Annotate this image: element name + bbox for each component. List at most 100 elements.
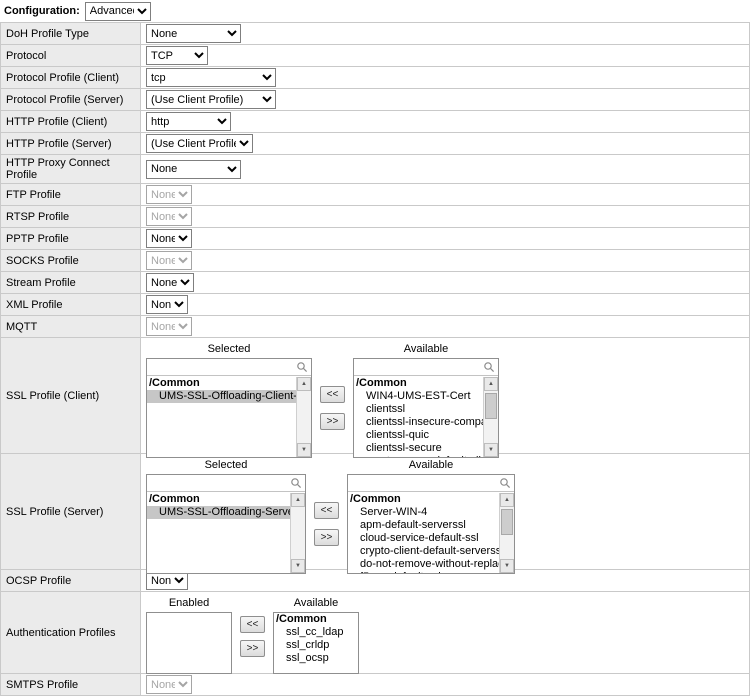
list-item[interactable]: clientssl-quic (354, 429, 483, 442)
enabled-header: Enabled (146, 596, 232, 612)
search-icon (499, 477, 511, 489)
field-label: HTTP Profile (Server) (1, 133, 141, 154)
list-item[interactable]: ssl_crldp (274, 639, 358, 652)
auth-available-listbox[interactable]: /Commonssl_cc_ldapssl_crldpssl_ocsp (273, 612, 359, 674)
protocol-profile-server-select[interactable]: (Use Client Profile) (146, 90, 276, 109)
field-label: Authentication Profiles (1, 592, 141, 673)
ssl-server-dual-list: Selected /CommonUMS-SSL-Offloading-Serve… (146, 458, 515, 574)
move-to-available-button[interactable]: >> (240, 640, 265, 657)
scroll-down-icon[interactable]: ▼ (484, 443, 498, 457)
list-item[interactable]: apm-default-serverssl (348, 519, 499, 532)
list-item[interactable]: f5aas-default-ssl (348, 571, 499, 573)
available-header: Available (347, 458, 515, 474)
auth-dual-list: Enabled << >> Available /Commonssl_cc_ld… (146, 596, 359, 674)
list-group-header[interactable]: /Common (147, 377, 296, 390)
ssl-client-selected-listbox[interactable]: /CommonUMS-SSL-Offloading-Client-Profile… (146, 358, 312, 458)
available-header: Available (273, 596, 359, 612)
field-label: XML Profile (1, 294, 141, 315)
move-to-available-button[interactable]: >> (320, 413, 345, 430)
list-item[interactable]: WIN4-UMS-EST-Cert (354, 390, 483, 403)
scrollbar-thumb[interactable] (485, 393, 497, 419)
row-http-profile-server: HTTP Profile (Server) (Use Client Profil… (1, 133, 749, 155)
ssl-client-selected-list[interactable]: /CommonUMS-SSL-Offloading-Client-Profile (147, 377, 296, 457)
pptp-profile-select[interactable]: None (146, 229, 192, 248)
list-item[interactable]: crypto-server-default-clientssl (354, 455, 483, 457)
selected-header: Selected (146, 458, 306, 474)
field-label: HTTP Profile (Client) (1, 111, 141, 132)
row-doh-profile-type: DoH Profile Type None (1, 23, 749, 45)
protocol-profile-client-select[interactable]: tcp (146, 68, 276, 87)
list-group-header[interactable]: /Common (354, 377, 483, 390)
row-authentication-profiles: Authentication Profiles Enabled << >> Av… (1, 592, 749, 674)
search-filter[interactable] (147, 359, 311, 376)
scroll-down-icon[interactable]: ▼ (500, 559, 514, 573)
row-http-profile-client: HTTP Profile (Client) http (1, 111, 749, 133)
list-item[interactable]: clientssl-secure (354, 442, 483, 455)
list-item[interactable]: UMS-SSL-Offloading-Client-Profile (147, 390, 296, 403)
field-label: OCSP Profile (1, 570, 141, 591)
protocol-select[interactable]: TCP (146, 46, 208, 65)
ssl-server-available-listbox[interactable]: /CommonServer-WIN-4apm-default-serverssl… (347, 474, 515, 574)
mqtt-profile-select: None (146, 317, 192, 336)
search-filter[interactable] (348, 475, 514, 492)
scrollbar[interactable]: ▲ ▼ (296, 377, 311, 457)
search-icon (296, 361, 308, 373)
xml-profile-select[interactable]: None (146, 295, 188, 314)
row-protocol: Protocol TCP (1, 45, 749, 67)
scrollbar[interactable]: ▲ ▼ (499, 493, 514, 573)
http-profile-client-select[interactable]: http (146, 112, 231, 131)
list-group-header[interactable]: /Common (147, 493, 290, 506)
configuration-select[interactable]: Advanced (85, 2, 151, 21)
scroll-down-icon[interactable]: ▼ (291, 559, 305, 573)
http-proxy-connect-profile-select[interactable]: None (146, 160, 241, 179)
ssl-server-selected-listbox[interactable]: /CommonUMS-SSL-Offloading-Server-Profile… (146, 474, 306, 574)
auth-enabled-list[interactable] (147, 613, 231, 673)
list-item[interactable]: clientssl-insecure-compatible (354, 416, 483, 429)
move-to-selected-button[interactable]: << (320, 386, 345, 403)
search-icon (290, 477, 302, 489)
field-label: SMTPS Profile (1, 674, 141, 695)
row-xml-profile: XML Profile None (1, 294, 749, 316)
list-item[interactable]: Server-WIN-4 (348, 506, 499, 519)
list-item[interactable]: do-not-remove-without-replacement (348, 558, 499, 571)
field-label: Protocol Profile (Client) (1, 67, 141, 88)
scrollbar[interactable]: ▲ ▼ (290, 493, 305, 573)
ssl-client-available-listbox[interactable]: /CommonWIN4-UMS-EST-Certclientsslclients… (353, 358, 499, 458)
row-smtps-profile: SMTPS Profile None (1, 674, 749, 696)
ssl-server-available-list[interactable]: /CommonServer-WIN-4apm-default-serverssl… (348, 493, 499, 573)
scroll-up-icon[interactable]: ▲ (297, 377, 311, 391)
scroll-down-icon[interactable]: ▼ (297, 443, 311, 457)
scrollbar-thumb[interactable] (501, 509, 513, 535)
move-to-enabled-button[interactable]: << (240, 616, 265, 633)
list-item[interactable]: ssl_cc_ldap (274, 626, 358, 639)
field-label: RTSP Profile (1, 206, 141, 227)
field-label: HTTP Proxy Connect Profile (1, 155, 141, 183)
scroll-up-icon[interactable]: ▲ (500, 493, 514, 507)
search-filter[interactable] (354, 359, 498, 376)
field-label: MQTT (1, 316, 141, 337)
search-filter[interactable] (147, 475, 305, 492)
auth-available-list[interactable]: /Commonssl_cc_ldapssl_crldpssl_ocsp (274, 613, 358, 673)
move-to-available-button[interactable]: >> (314, 529, 339, 546)
list-item[interactable]: UMS-SSL-Offloading-Server-Profile (147, 506, 290, 519)
http-profile-server-select[interactable]: (Use Client Profile) (146, 134, 253, 153)
doh-profile-type-select[interactable]: None (146, 24, 241, 43)
row-mqtt: MQTT None (1, 316, 749, 338)
scroll-up-icon[interactable]: ▲ (291, 493, 305, 507)
auth-enabled-listbox[interactable] (146, 612, 232, 674)
list-item[interactable]: clientssl (354, 403, 483, 416)
move-to-selected-button[interactable]: << (314, 502, 339, 519)
ssl-client-available-list[interactable]: /CommonWIN4-UMS-EST-Certclientsslclients… (354, 377, 483, 457)
stream-profile-select[interactable]: None (146, 273, 194, 292)
row-ftp-profile: FTP Profile None (1, 184, 749, 206)
list-item[interactable]: ssl_ocsp (274, 652, 358, 665)
search-icon (483, 361, 495, 373)
scrollbar[interactable]: ▲ ▼ (483, 377, 498, 457)
row-ssl-profile-server: SSL Profile (Server) Selected /CommonUMS… (1, 454, 749, 570)
list-item[interactable]: crypto-client-default-serverssl (348, 545, 499, 558)
list-group-header[interactable]: /Common (274, 613, 358, 626)
list-group-header[interactable]: /Common (348, 493, 499, 506)
list-item[interactable]: cloud-service-default-ssl (348, 532, 499, 545)
ssl-server-selected-list[interactable]: /CommonUMS-SSL-Offloading-Server-Profile (147, 493, 290, 573)
scroll-up-icon[interactable]: ▲ (484, 377, 498, 391)
